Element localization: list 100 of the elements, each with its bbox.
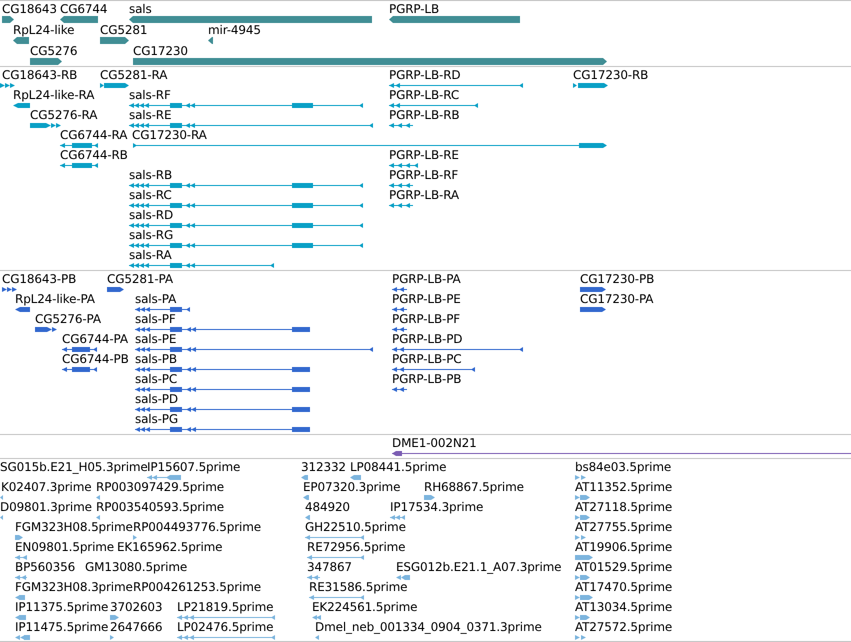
transcript-model[interactable] xyxy=(573,83,608,88)
protein-model[interactable] xyxy=(392,307,407,312)
est-alignment[interactable] xyxy=(110,635,114,640)
transcript-model[interactable] xyxy=(100,83,129,88)
est-alignment[interactable] xyxy=(309,595,364,600)
transcript-model[interactable] xyxy=(389,203,413,208)
gene-label: CG17230 xyxy=(133,45,188,58)
est-alignment[interactable] xyxy=(147,475,181,480)
est-alignment[interactable] xyxy=(396,575,410,580)
protein-label: PGRP-LB-PB xyxy=(392,373,462,386)
protein-model[interactable] xyxy=(107,287,124,292)
transcript-model[interactable] xyxy=(60,143,98,148)
protein-model[interactable] xyxy=(62,347,97,352)
protein-model[interactable] xyxy=(135,327,310,332)
est-alignment[interactable] xyxy=(575,595,593,600)
protein-model[interactable] xyxy=(135,367,310,372)
protein-model[interactable] xyxy=(135,407,310,412)
est-alignment[interactable] xyxy=(15,595,25,600)
transcript-model[interactable] xyxy=(30,123,61,128)
est-alignment[interactable] xyxy=(575,515,590,520)
transcript-model[interactable] xyxy=(129,223,363,228)
protein-model[interactable] xyxy=(135,427,310,432)
est-alignment[interactable] xyxy=(177,635,275,640)
protein-label: CG5281-PA xyxy=(107,273,173,286)
est-label: BP560356 xyxy=(15,561,76,574)
transcript-model[interactable] xyxy=(60,163,98,168)
est-alignment[interactable] xyxy=(15,575,27,580)
protein-model[interactable] xyxy=(392,367,475,372)
est-alignment[interactable] xyxy=(575,475,586,480)
est-alignment[interactable] xyxy=(575,615,590,620)
est-alignment[interactable] xyxy=(390,515,405,520)
est-alignment[interactable] xyxy=(110,615,119,620)
gene-bar[interactable] xyxy=(13,37,29,44)
protein-label: CG17230-PB xyxy=(580,273,654,286)
est-alignment[interactable] xyxy=(303,495,309,500)
transcript-model[interactable] xyxy=(129,263,274,268)
est-alignment[interactable] xyxy=(177,615,275,620)
est-alignment[interactable] xyxy=(305,535,364,540)
transcript-model[interactable] xyxy=(129,123,373,128)
est-alignment[interactable] xyxy=(575,555,593,560)
transcript-model[interactable] xyxy=(389,123,413,128)
est-alignment[interactable] xyxy=(96,495,100,500)
gene-bar[interactable] xyxy=(60,16,98,23)
protein-model[interactable] xyxy=(135,307,190,312)
est-label: GM13080.5prime xyxy=(85,561,188,574)
est-alignment[interactable] xyxy=(307,555,364,560)
protein-model[interactable] xyxy=(580,287,606,292)
est-alignment[interactable] xyxy=(575,495,590,500)
est-alignment[interactable] xyxy=(15,635,30,640)
est-alignment[interactable] xyxy=(350,475,361,480)
transcript-model[interactable] xyxy=(389,183,413,188)
est-alignment[interactable] xyxy=(0,515,3,520)
protein-model[interactable] xyxy=(35,327,57,332)
est-alignment[interactable] xyxy=(0,495,3,500)
est-alignment[interactable] xyxy=(315,635,319,640)
est-label: AT27755.5prime xyxy=(575,521,672,534)
est-alignment[interactable] xyxy=(307,575,320,580)
transcript-model[interactable] xyxy=(389,83,523,88)
est-alignment[interactable] xyxy=(575,575,590,580)
gene-label: CG5276 xyxy=(30,45,78,58)
transcript-model[interactable] xyxy=(389,163,418,168)
transcript-model[interactable] xyxy=(0,83,15,88)
transcript-label: PGRP-LB-RE xyxy=(389,149,459,162)
est-alignment[interactable] xyxy=(15,535,23,540)
transcript-model[interactable] xyxy=(129,203,363,208)
est-alignment[interactable] xyxy=(424,495,435,500)
protein-model[interactable] xyxy=(62,367,97,372)
est-alignment[interactable] xyxy=(575,535,586,540)
transcript-label: PGRP-LB-RA xyxy=(389,189,459,202)
protein-model[interactable] xyxy=(392,387,407,392)
est-alignment[interactable] xyxy=(96,515,100,520)
transcript-model[interactable] xyxy=(129,183,363,188)
protein-model[interactable] xyxy=(135,387,310,392)
gene-bar[interactable] xyxy=(30,58,62,65)
est-alignment[interactable] xyxy=(15,615,26,620)
transcript-model[interactable] xyxy=(133,143,607,148)
est-alignment[interactable] xyxy=(312,615,321,620)
est-alignment[interactable] xyxy=(305,515,310,520)
protein-model[interactable] xyxy=(15,307,30,312)
transcript-model[interactable] xyxy=(13,103,30,108)
protein-model[interactable] xyxy=(392,287,407,292)
protein-model[interactable] xyxy=(580,307,606,312)
transcript-model[interactable] xyxy=(389,103,478,108)
est-alignment[interactable] xyxy=(133,535,137,540)
clone-alignment[interactable] xyxy=(392,451,851,456)
est-alignment[interactable] xyxy=(301,475,308,480)
protein-model[interactable] xyxy=(392,347,523,352)
transcript-model[interactable] xyxy=(129,243,363,248)
transcript-label: sals-RB xyxy=(129,169,172,182)
est-alignment[interactable] xyxy=(15,555,27,560)
protein-model[interactable] xyxy=(135,347,373,352)
gene-bar[interactable] xyxy=(208,37,213,44)
gene-bar[interactable] xyxy=(2,16,14,23)
transcript-model[interactable] xyxy=(129,103,363,108)
protein-label: PGRP-LB-PD xyxy=(392,333,462,346)
est-alignment[interactable] xyxy=(575,635,586,640)
est-label: IP17534.3prime xyxy=(390,501,484,514)
protein-model[interactable] xyxy=(392,327,407,332)
protein-model[interactable] xyxy=(2,287,17,292)
gene-bar[interactable] xyxy=(100,37,129,44)
